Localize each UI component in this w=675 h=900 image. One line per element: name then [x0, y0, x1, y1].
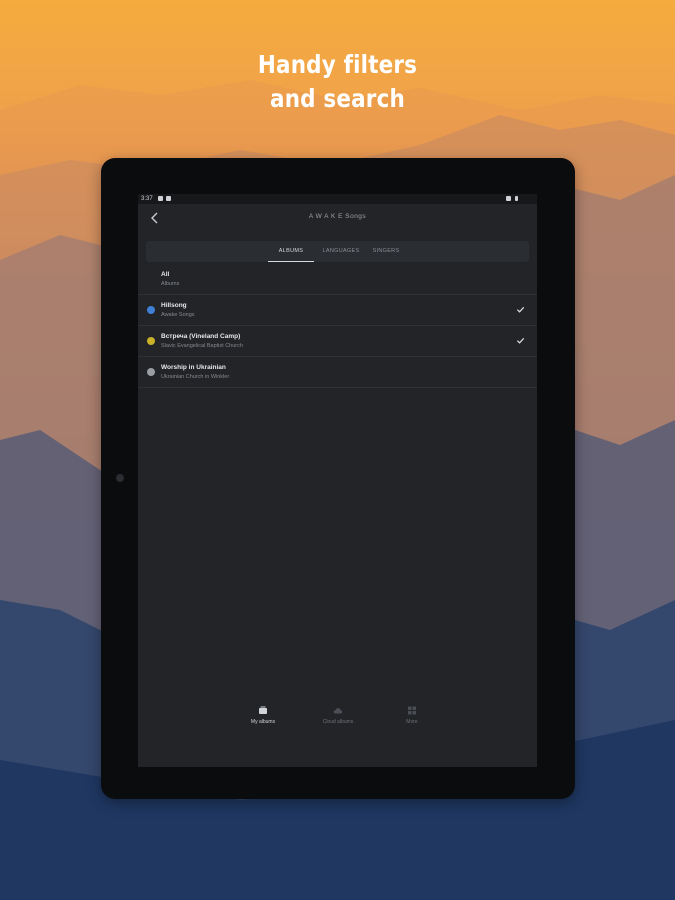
nav-my-albums[interactable]: My albums [233, 706, 293, 725]
church-logo-icon [147, 368, 155, 376]
tab-singers[interactable]: SINGERS [368, 241, 404, 262]
filter-tabs: ALBUMS LANGUAGES SINGERS [146, 241, 529, 262]
camera-dot [116, 474, 124, 482]
cloud-icon [333, 708, 343, 714]
list-item-title: Встреча (Vineland Camp) [161, 333, 241, 340]
notification-icon [158, 196, 163, 201]
app-title: A W A K E Songs [308, 213, 367, 220]
list-item-subtitle: Albums [161, 281, 180, 287]
bottom-navigation: My albums Cloud albums More [138, 706, 537, 746]
app-screen: 3:37 A W A K E Songs ALBUMS LANGUAGES SI… [138, 194, 537, 767]
tab-albums[interactable]: ALBUMS [268, 241, 314, 262]
app-bar: A W A K E Songs [138, 204, 537, 233]
grid-icon [408, 706, 416, 715]
hillsong-logo-icon [147, 306, 155, 314]
status-bar: 3:37 [138, 194, 537, 204]
nav-label: My albums [250, 719, 276, 725]
album-icon [259, 706, 267, 714]
list-item-subtitle: Slavic Evangelical Baptist Church [161, 343, 243, 349]
notification-icon [166, 196, 171, 201]
list-item-hillsong[interactable]: Hillsong Awake Songs [138, 295, 537, 326]
promo-headline: Handy filters and search [47, 48, 628, 116]
vineland-logo-icon [147, 337, 155, 345]
list-item-title: All [161, 271, 170, 278]
list-item-title: Worship in Ukrainian [161, 364, 226, 371]
list-item-vineland[interactable]: Встреча (Vineland Camp) Slavic Evangelic… [138, 326, 537, 357]
check-icon [516, 306, 525, 313]
list-item-subtitle: Awake Songs [161, 312, 195, 318]
check-icon [516, 337, 525, 344]
wifi-icon [506, 196, 511, 201]
headline-line-2: and search [270, 84, 405, 113]
album-list: All Albums Hillsong Awake Songs Встреча … [138, 264, 537, 388]
tablet-frame: 3:37 A W A K E Songs ALBUMS LANGUAGES SI… [101, 158, 575, 799]
nav-more[interactable]: More [382, 706, 442, 725]
list-item-title: Hillsong [161, 302, 187, 309]
headline-line-1: Handy filters [257, 50, 418, 79]
nav-cloud-albums[interactable]: Cloud albums [308, 706, 368, 725]
list-item-subtitle: Ukrainian Church in Winkler [161, 374, 230, 380]
tab-languages[interactable]: LANGUAGES [318, 241, 364, 262]
status-time: 3:37 [141, 196, 153, 202]
list-item-all[interactable]: All Albums [138, 264, 537, 295]
nav-label: More [406, 719, 418, 725]
list-item-worship-ukrainian[interactable]: Worship in Ukrainian Ukrainian Church in… [138, 357, 537, 388]
nav-label: Cloud albums [322, 719, 354, 725]
battery-icon [515, 196, 518, 201]
